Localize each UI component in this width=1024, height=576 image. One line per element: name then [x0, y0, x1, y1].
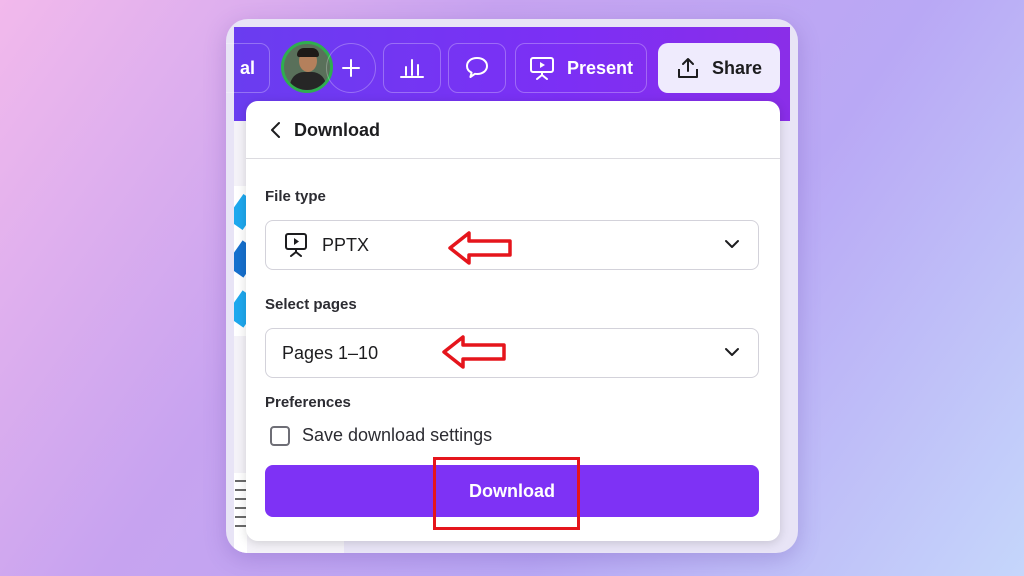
trial-label: al [239, 57, 255, 78]
add-collaborator-button[interactable] [326, 43, 376, 93]
chevron-down-icon [725, 348, 739, 356]
annotation-arrow-icon [442, 335, 506, 369]
panel-header: Download [246, 101, 780, 159]
trial-button[interactable]: al [226, 43, 270, 93]
save-settings-row[interactable]: Save download settings [270, 425, 492, 446]
share-label: Share [711, 57, 763, 78]
back-chevron-icon[interactable] [268, 121, 284, 139]
annotation-arrow-icon [448, 231, 512, 265]
comment-icon [466, 57, 488, 78]
share-upload-icon [677, 58, 698, 78]
insights-button[interactable] [383, 43, 441, 93]
pages-select[interactable]: Pages 1–10 [265, 328, 759, 378]
preferences-label: Preferences [265, 394, 351, 411]
plus-icon [342, 59, 360, 77]
present-label: Present [566, 57, 634, 78]
presentation-icon [529, 57, 554, 80]
pages-value: Pages 1–10 [282, 342, 379, 363]
save-settings-label: Save download settings [302, 425, 493, 445]
file-type-value: PPTX [322, 234, 370, 255]
bar-chart-icon [400, 59, 424, 78]
comment-button[interactable] [448, 43, 506, 93]
presentation-file-icon [285, 233, 307, 257]
chevron-down-icon [725, 240, 739, 248]
present-button[interactable]: Present [515, 43, 647, 93]
annotation-highlight-box [433, 457, 580, 530]
share-button[interactable]: Share [658, 43, 780, 93]
select-pages-label: Select pages [265, 296, 357, 313]
panel-title: Download [294, 120, 380, 140]
file-type-label: File type [265, 188, 326, 205]
save-settings-checkbox[interactable] [270, 425, 290, 446]
